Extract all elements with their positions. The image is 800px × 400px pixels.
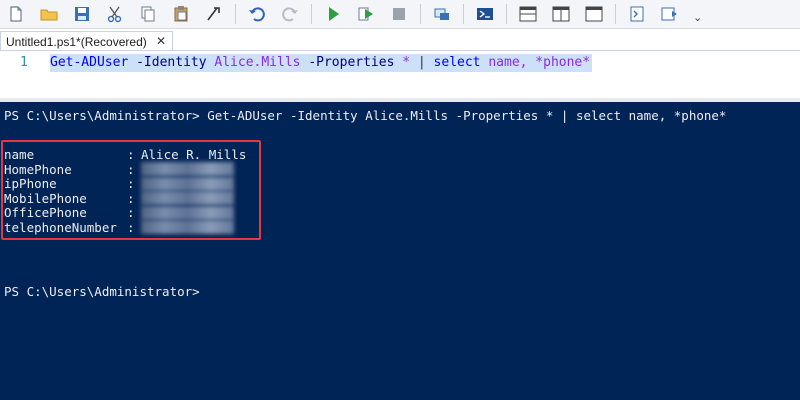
- token-argument: Alice.Mills: [214, 55, 301, 70]
- console-pane[interactable]: PS C:\Users\Administrator> Get-ADUser -I…: [0, 102, 800, 400]
- token-argument: *: [402, 55, 411, 70]
- paste-icon[interactable]: [169, 2, 193, 26]
- show-command-window-icon[interactable]: [625, 2, 649, 26]
- tab-untitled1[interactable]: Untitled1.ps1*(Recovered) ✕: [0, 31, 173, 51]
- line-number: 1: [20, 55, 28, 70]
- cut-icon[interactable]: [103, 2, 127, 26]
- toolbar-separator: [615, 4, 616, 24]
- console-command-line: PS C:\Users\Administrator> Get-ADUser -I…: [4, 108, 727, 123]
- run-script-icon[interactable]: [321, 2, 345, 26]
- console-prompt[interactable]: PS C:\Users\Administrator>: [4, 285, 200, 299]
- undo-icon[interactable]: [245, 2, 269, 26]
- show-script-pane-right-icon[interactable]: [549, 2, 573, 26]
- highlight-box: [1, 140, 261, 240]
- toolbar-separator: [235, 4, 236, 24]
- token-cmdlet: Get-ADUser: [50, 55, 129, 70]
- token-argument: name, *phone*: [488, 55, 591, 70]
- token-parameter: -Properties: [308, 55, 395, 70]
- token-cmdlet: select: [433, 55, 481, 70]
- start-powershell-icon[interactable]: [473, 2, 497, 26]
- redo-icon[interactable]: [278, 2, 302, 26]
- toolbar-separator: [463, 4, 464, 24]
- token-pipe: |: [417, 55, 426, 70]
- new-remote-tab-icon[interactable]: [430, 2, 454, 26]
- toolbar-overflow-icon[interactable]: ⌄: [693, 11, 702, 24]
- open-folder-icon[interactable]: [37, 2, 61, 26]
- token-parameter: -Identity: [136, 55, 207, 70]
- stop-icon[interactable]: [387, 2, 411, 26]
- save-icon[interactable]: [70, 2, 94, 26]
- new-file-icon[interactable]: [4, 2, 28, 26]
- selected-code[interactable]: Get-ADUser -Identity Alice.Mills -Proper…: [50, 54, 593, 72]
- toolbar: ⌄: [0, 0, 800, 29]
- copy-icon[interactable]: [136, 2, 160, 26]
- toolbar-separator: [506, 4, 507, 24]
- show-script-pane-top-icon[interactable]: [516, 2, 540, 26]
- show-command-addon-icon[interactable]: [658, 2, 682, 26]
- toolbar-separator: [311, 4, 312, 24]
- clear-icon[interactable]: [202, 2, 226, 26]
- tab-strip: Untitled1.ps1*(Recovered) ✕: [0, 29, 800, 51]
- script-editor[interactable]: 1 Get-ADUser -Identity Alice.Mills -Prop…: [0, 51, 800, 98]
- toolbar-separator: [420, 4, 421, 24]
- editor-line[interactable]: 1 Get-ADUser -Identity Alice.Mills -Prop…: [0, 54, 800, 72]
- run-selection-icon[interactable]: [354, 2, 378, 26]
- close-icon[interactable]: ✕: [156, 34, 166, 48]
- tab-title: Untitled1.ps1*(Recovered): [6, 34, 147, 49]
- show-script-pane-max-icon[interactable]: [582, 2, 606, 26]
